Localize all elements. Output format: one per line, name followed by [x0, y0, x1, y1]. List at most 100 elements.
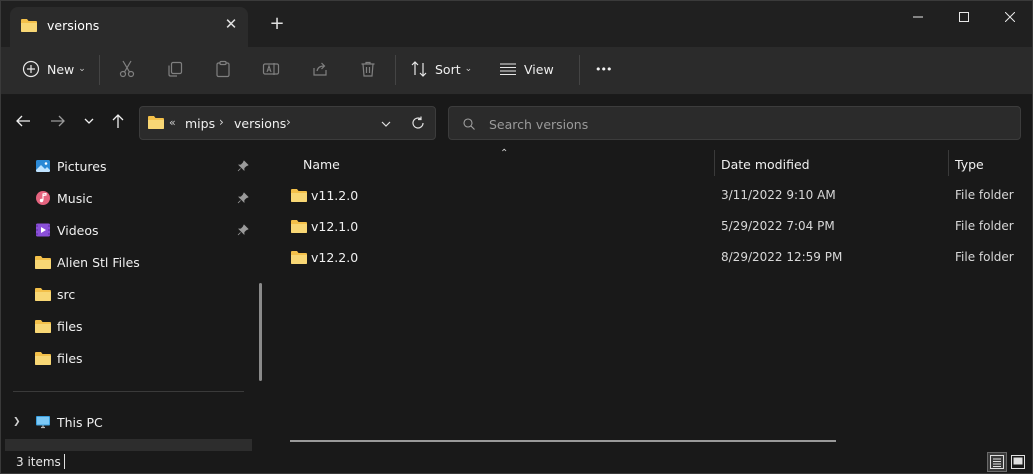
- rename-icon: [262, 63, 280, 75]
- partially-visible-item[interactable]: [5, 439, 252, 451]
- more-options-button[interactable]: •••: [595, 47, 612, 91]
- maximize-button[interactable]: [941, 1, 987, 33]
- copy-icon: [168, 61, 183, 77]
- chevron-down-icon[interactable]: [380, 118, 392, 130]
- folder-icon: [35, 288, 51, 301]
- title-bar: versions ✕ +: [1, 1, 1032, 47]
- chevron-right-icon[interactable]: ›: [286, 115, 291, 129]
- table-row[interactable]: v12.2.0 8/29/2022 12:59 PM File folder: [286, 243, 1032, 271]
- new-label: New: [47, 61, 75, 77]
- command-bar: New ⌄ Sort ⌄ View •••: [1, 47, 1032, 95]
- copy-button[interactable]: [166, 47, 184, 91]
- column-header-name[interactable]: Name: [303, 157, 340, 172]
- sidebar-item-label: Videos: [57, 223, 99, 238]
- arrow-left-icon: [16, 115, 30, 127]
- sidebar-item-src[interactable]: src: [1, 279, 261, 309]
- horizontal-scrollbar[interactable]: [290, 440, 836, 442]
- close-icon: [1005, 12, 1015, 22]
- sort-label: Sort: [435, 61, 461, 77]
- sort-icon: [411, 61, 427, 77]
- breadcrumb-overflow[interactable]: «: [169, 116, 176, 129]
- view-button[interactable]: View: [499, 47, 554, 91]
- view-list-icon: [500, 63, 516, 76]
- pin-icon: [237, 160, 249, 172]
- sidebar-item-pictures[interactable]: Pictures: [1, 151, 261, 181]
- folder-icon: [291, 220, 307, 233]
- share-icon: [313, 62, 327, 76]
- sidebar-item-label: src: [57, 287, 76, 302]
- paste-icon: [216, 60, 230, 78]
- file-date: 8/29/2022 12:59 PM: [721, 250, 843, 264]
- refresh-icon[interactable]: [411, 116, 425, 130]
- sidebar-item-files[interactable]: files: [1, 343, 261, 373]
- sidebar-item-alien-stl-files[interactable]: Alien Stl Files: [1, 247, 261, 277]
- nav-scrollbar[interactable]: [259, 283, 262, 381]
- arrow-up-icon: [112, 114, 124, 128]
- table-row[interactable]: v12.1.0 5/29/2022 7:04 PM File folder: [286, 212, 1032, 240]
- trash-icon: [361, 61, 375, 77]
- minimize-icon: [913, 16, 923, 18]
- column-divider[interactable]: [714, 150, 715, 176]
- sort-button[interactable]: Sort ⌄: [410, 47, 472, 91]
- share-button[interactable]: [311, 47, 329, 91]
- back-button[interactable]: [14, 112, 32, 130]
- chevron-right-icon[interactable]: ❯: [13, 417, 21, 427]
- thumbnail-view-button[interactable]: [1008, 452, 1028, 472]
- more-icon: •••: [595, 62, 612, 76]
- file-list: ⌃ Name Date modified Type v11.2.0 3/11/2…: [272, 148, 1032, 451]
- cut-button[interactable]: [118, 47, 136, 91]
- maximize-icon: [959, 12, 969, 22]
- table-row[interactable]: v11.2.0 3/11/2022 9:10 AM File folder: [286, 181, 1032, 209]
- address-row: « mips › versions › Search versions: [1, 96, 1032, 150]
- folder-icon: [35, 320, 51, 333]
- forward-button[interactable]: [49, 112, 67, 130]
- cut-icon: [119, 60, 135, 78]
- recent-locations-button[interactable]: [80, 112, 98, 130]
- search-box[interactable]: Search versions: [448, 106, 1021, 140]
- new-tab-button[interactable]: +: [267, 14, 287, 34]
- paste-button[interactable]: [214, 47, 232, 91]
- folder-icon: [35, 256, 51, 269]
- sidebar-item-files[interactable]: files: [1, 311, 261, 341]
- folder-icon: [291, 251, 307, 264]
- details-view-button[interactable]: [987, 452, 1007, 472]
- videos-icon: [36, 223, 50, 237]
- chevron-right-icon[interactable]: ›: [219, 115, 224, 129]
- folder-icon: [148, 116, 164, 129]
- delete-button[interactable]: [359, 47, 377, 91]
- divider: [13, 391, 244, 392]
- this-pc-icon: [36, 416, 50, 429]
- details-view-icon: [990, 455, 1004, 469]
- folder-icon: [21, 19, 37, 32]
- tab-title: versions: [47, 18, 100, 33]
- column-header-type[interactable]: Type: [955, 157, 984, 172]
- file-name: v12.1.0: [311, 219, 359, 234]
- new-button[interactable]: New ⌄: [22, 47, 86, 91]
- file-type: File folder: [955, 250, 1014, 264]
- address-bar[interactable]: « mips › versions ›: [139, 106, 436, 140]
- tab-versions[interactable]: versions ✕: [10, 7, 248, 47]
- arrow-right-icon: [51, 115, 65, 127]
- text-cursor: [64, 454, 65, 469]
- sidebar-item-label: files: [57, 351, 83, 366]
- rename-button[interactable]: [262, 47, 280, 91]
- navigation-pane: Pictures Music Videos Alien Stl Files sr…: [1, 150, 271, 451]
- folder-icon: [35, 352, 51, 365]
- search-input[interactable]: Search versions: [489, 117, 588, 132]
- column-header-date-modified[interactable]: Date modified: [721, 157, 810, 172]
- sidebar-item-label: files: [57, 319, 83, 334]
- column-divider[interactable]: [948, 150, 949, 176]
- breadcrumb-versions[interactable]: versions: [234, 116, 286, 131]
- divider: [395, 55, 396, 85]
- breadcrumb-mips[interactable]: mips: [185, 116, 215, 131]
- file-type: File folder: [955, 219, 1014, 233]
- minimize-button[interactable]: [895, 1, 941, 33]
- sidebar-item-this-pc[interactable]: ❯ This PC: [1, 407, 261, 437]
- up-button[interactable]: [109, 112, 127, 130]
- pin-icon: [237, 192, 249, 204]
- sidebar-item-music[interactable]: Music: [1, 183, 261, 213]
- close-tab-icon[interactable]: ✕: [223, 15, 239, 33]
- close-window-button[interactable]: [987, 1, 1033, 33]
- sidebar-item-videos[interactable]: Videos: [1, 215, 261, 245]
- sidebar-item-label: Music: [57, 191, 93, 206]
